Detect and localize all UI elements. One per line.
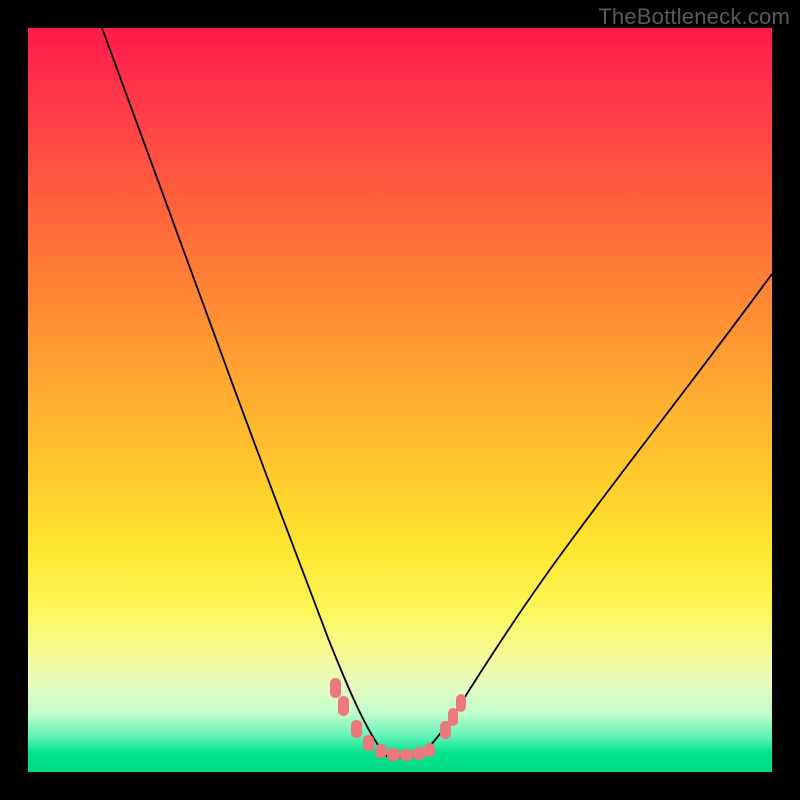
right-branch-curve <box>420 274 772 754</box>
marker-point <box>456 694 466 712</box>
curve-svg <box>28 28 772 772</box>
marker-point <box>400 749 413 761</box>
plot-area <box>28 28 772 772</box>
watermark-text: TheBottleneck.com <box>598 4 790 30</box>
marker-point <box>363 735 374 751</box>
marker-point <box>375 744 387 758</box>
marker-point <box>330 678 341 698</box>
left-branch-curve <box>102 28 398 759</box>
marker-point <box>413 747 425 760</box>
marker-point <box>338 696 349 716</box>
chart-frame: TheBottleneck.com <box>0 0 800 800</box>
marker-point <box>387 748 400 761</box>
marker-point <box>448 708 458 726</box>
marker-point <box>424 743 435 757</box>
marker-point <box>351 720 362 738</box>
